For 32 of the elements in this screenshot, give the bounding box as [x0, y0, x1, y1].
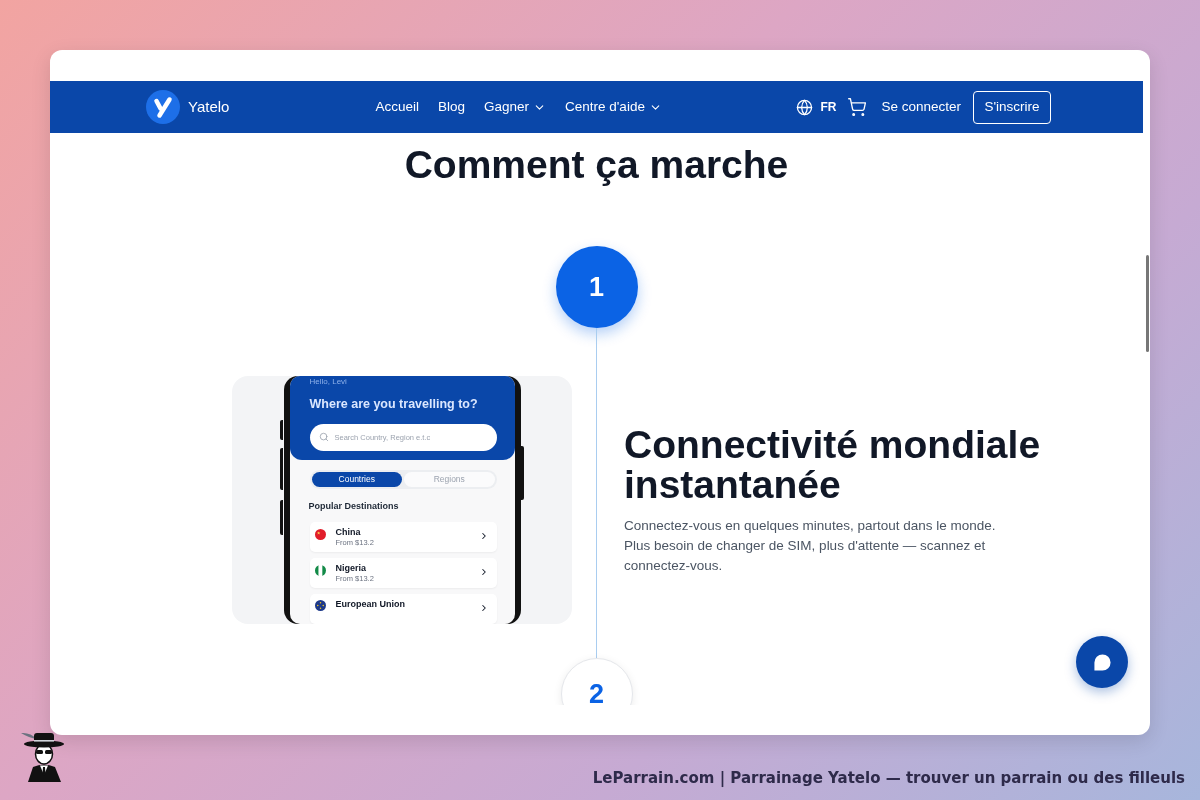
step-title: Connectivité mondiale instantanée	[624, 425, 1042, 505]
chat-bubble-icon	[1092, 652, 1112, 672]
destination-name: Nigeria	[335, 563, 367, 574]
cart-icon[interactable]	[847, 97, 868, 117]
question-text: Where are you travelling to?	[309, 397, 479, 412]
nav-link[interactable]: Centre d'aide	[565, 96, 662, 118]
list-title: Popular Destinations	[308, 501, 400, 512]
nav-link[interactable]: Gagner	[484, 96, 546, 118]
destination-name: China	[335, 527, 362, 538]
search-icon	[318, 431, 329, 442]
step-number-badge: 2	[560, 658, 633, 705]
section-heading: Comment ça marche	[403, 143, 790, 187]
nigeria-flag-icon	[314, 565, 326, 576]
china-flag-icon	[314, 529, 326, 540]
nav-link[interactable]: Accueil	[375, 96, 419, 118]
scrollbar-thumb[interactable]	[1146, 255, 1149, 352]
eu-flag-icon	[314, 600, 326, 611]
nav-link[interactable]: Blog	[437, 96, 465, 118]
signup-button[interactable]: S'inscrire	[973, 90, 1051, 124]
brand-name[interactable]: Yatelo	[188, 95, 230, 119]
language-selector[interactable]: FR	[796, 98, 837, 116]
footer-caption: LeParrain.com | Parrainage Yatelo — trouver un parrain ou des filleuls	[592, 769, 1185, 787]
login-link[interactable]: Se connecter	[881, 96, 961, 118]
globe-icon	[796, 98, 814, 116]
brand-logo-icon[interactable]	[146, 90, 180, 124]
step-number-badge: 1	[555, 246, 638, 328]
chat-button[interactable]	[1076, 636, 1128, 688]
step-description: Connectez-vous en quelques minutes, partout dans le monde. Plus besoin de changer de SIM, plus d'attente — scannez et connectez-vous.	[624, 517, 996, 575]
greeting-text: Hello, Levi	[309, 377, 348, 387]
destination-row[interactable]: European Union	[309, 594, 497, 624]
preview-tab[interactable]: Countries	[311, 472, 402, 487]
destination-name: European Union	[335, 599, 405, 610]
